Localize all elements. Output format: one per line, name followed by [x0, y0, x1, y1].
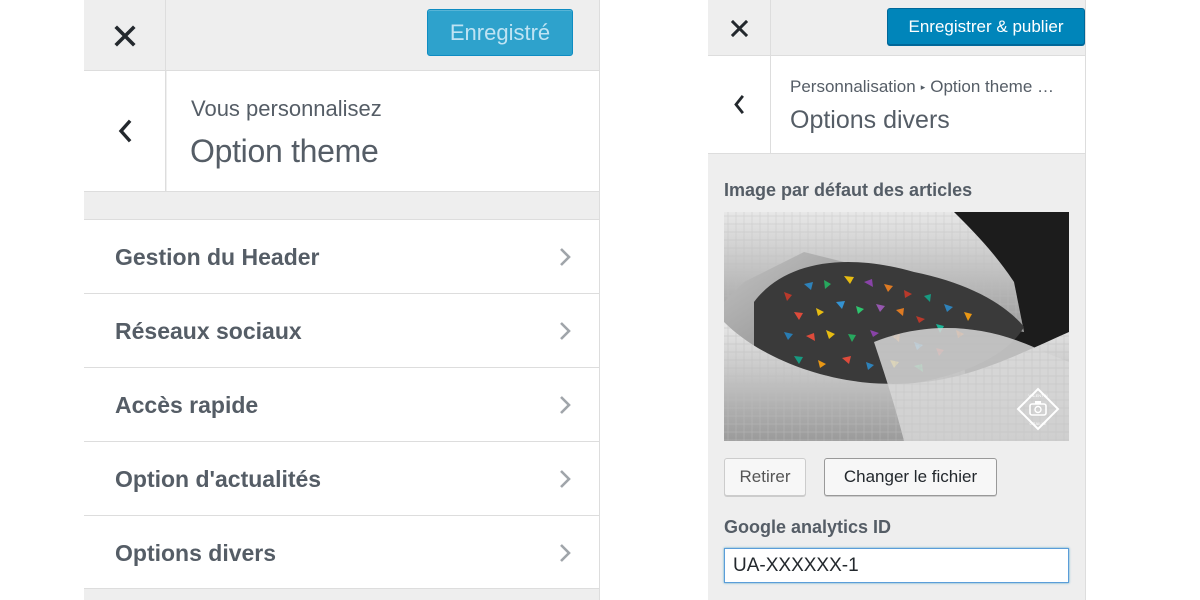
- menu-item-label: Gestion du Header: [115, 244, 320, 270]
- panel-title-section: Vous personnalisez Option theme: [84, 71, 599, 192]
- menu-item-gestion-header[interactable]: Gestion du Header: [84, 219, 599, 293]
- remove-image-button[interactable]: Retirer: [724, 458, 806, 496]
- customizer-panel-right: Enregistrer & publier Personnalisation ▸ O…: [708, 0, 1086, 600]
- breadcrumb: Personnalisation ▸ Option theme …: [790, 77, 1054, 97]
- breadcrumb-root: Personnalisation: [790, 77, 916, 96]
- section-title-area: Personnalisation ▸ Option theme … Options …: [708, 56, 1085, 154]
- analytics-id-label: Google analytics ID: [724, 517, 892, 537]
- chevron-right-icon: [560, 544, 571, 562]
- breadcrumb-current: Option theme …: [930, 77, 1055, 96]
- menu-item-options-divers[interactable]: Options divers: [84, 515, 599, 589]
- svg-text:GRAILLE: GRAILLE: [1030, 421, 1047, 426]
- chevron-right-icon: [560, 322, 571, 340]
- close-button[interactable]: [708, 0, 771, 56]
- menu-item-label: Option d'actualités: [115, 466, 322, 492]
- close-icon: [730, 19, 748, 37]
- chevron-left-icon: [734, 95, 744, 114]
- back-button[interactable]: [84, 71, 166, 191]
- menu-item-label: Accès rapide: [115, 392, 259, 418]
- analytics-id-input[interactable]: [724, 548, 1069, 583]
- section-menu: Gestion du Header Réseaux sociaux Accès …: [84, 219, 599, 589]
- back-button[interactable]: [708, 56, 771, 153]
- save-publish-button[interactable]: Enregistrer & publier: [887, 8, 1085, 45]
- image-preview-graphic: VALENTIN GRAILLE: [724, 212, 1069, 441]
- panel-title: Option theme: [190, 133, 379, 169]
- menu-item-label: Réseaux sociaux: [115, 318, 302, 344]
- section-title: Options divers: [790, 106, 950, 134]
- context-label: Vous personnalisez: [191, 96, 382, 121]
- menu-item-option-actualites[interactable]: Option d'actualités: [84, 441, 599, 515]
- svg-text:VALENTIN: VALENTIN: [1028, 393, 1047, 398]
- breadcrumb-separator-icon: ▸: [920, 82, 926, 92]
- default-image-preview[interactable]: VALENTIN GRAILLE: [724, 212, 1069, 441]
- menu-item-label: Options divers: [115, 540, 277, 566]
- chevron-right-icon: [560, 470, 571, 488]
- menu-item-reseaux-sociaux[interactable]: Réseaux sociaux: [84, 293, 599, 367]
- save-button[interactable]: Enregistré: [427, 9, 573, 56]
- customizer-header: Enregistré: [84, 0, 599, 71]
- customizer-panel-left: Enregistré Vous personnalisez Option the…: [84, 0, 600, 600]
- chevron-right-icon: [560, 396, 571, 414]
- customizer-header: Enregistrer & publier: [708, 0, 1085, 56]
- change-file-button[interactable]: Changer le fichier: [824, 458, 997, 496]
- chevron-left-icon: [118, 119, 131, 143]
- close-icon: [113, 24, 136, 47]
- close-button[interactable]: [84, 0, 166, 71]
- chevron-right-icon: [560, 248, 571, 266]
- default-image-label: Image par défaut des articles: [724, 180, 973, 200]
- menu-item-acces-rapide[interactable]: Accès rapide: [84, 367, 599, 441]
